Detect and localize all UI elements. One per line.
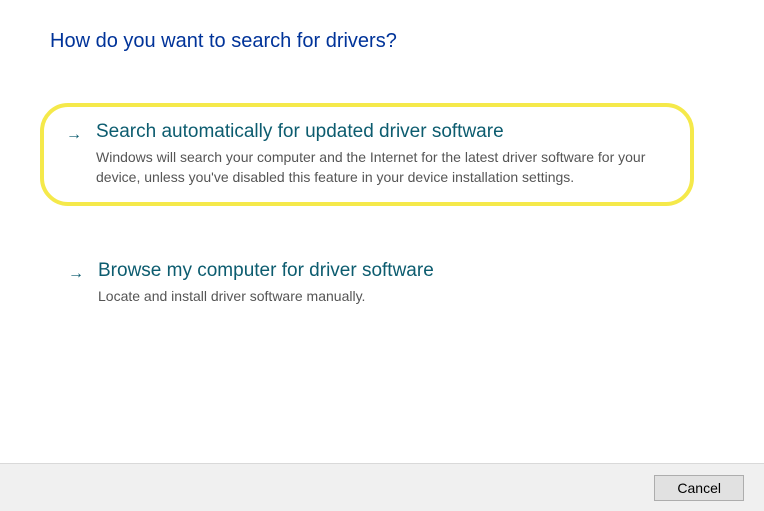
option-description: Locate and install driver software manua… [98, 286, 696, 306]
option-search-automatically[interactable]: → Search automatically for updated drive… [40, 103, 694, 206]
arrow-right-icon: → [68, 265, 84, 283]
arrow-right-icon: → [66, 126, 82, 144]
option-browse-computer[interactable]: → Browse my computer for driver software… [50, 246, 714, 320]
option-content: Search automatically for updated driver … [96, 121, 668, 188]
option-title: Browse my computer for driver software [98, 260, 696, 282]
option-content: Browse my computer for driver software L… [98, 260, 696, 306]
cancel-button[interactable]: Cancel [654, 475, 744, 501]
dialog-content: How do you want to search for drivers? →… [0, 0, 764, 320]
page-title: How do you want to search for drivers? [50, 30, 714, 53]
dialog-footer: Cancel [0, 463, 764, 511]
option-description: Windows will search your computer and th… [96, 147, 668, 188]
option-title: Search automatically for updated driver … [96, 121, 668, 143]
